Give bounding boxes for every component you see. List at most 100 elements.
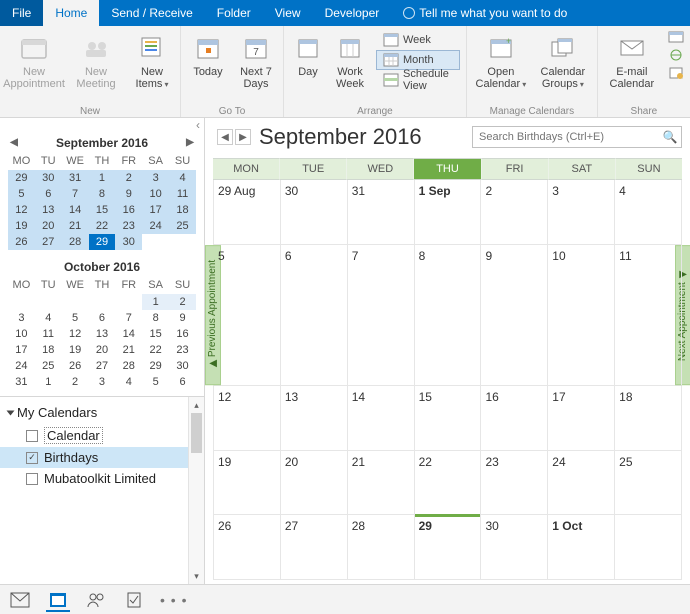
mini-day[interactable]: 9 [115, 186, 142, 202]
mini-day[interactable]: 22 [89, 218, 116, 234]
mini-day[interactable]: 5 [8, 186, 35, 202]
mini-day[interactable]: 14 [62, 202, 89, 218]
tab-home[interactable]: Home [43, 0, 99, 26]
mini-day[interactable]: 17 [142, 202, 169, 218]
open-calendar-button[interactable]: + Open Calendar▾ [473, 30, 529, 93]
mini-day[interactable]: 27 [35, 234, 62, 250]
mini-day[interactable]: 30 [35, 170, 62, 186]
day-cell[interactable]: 23 [481, 451, 548, 515]
day-cell[interactable]: 4 [615, 180, 682, 244]
schedule-view-button[interactable]: Schedule View [376, 70, 460, 90]
day-cell[interactable]: 1 Oct [548, 515, 615, 579]
share-icon[interactable] [668, 30, 684, 44]
nav-people-icon[interactable] [84, 588, 108, 612]
mini-day[interactable]: 6 [35, 186, 62, 202]
mini-day[interactable]: 4 [169, 170, 196, 186]
mini-day[interactable]: 12 [8, 202, 35, 218]
mini-day[interactable]: 8 [142, 310, 169, 326]
mini-day[interactable]: 19 [8, 218, 35, 234]
new-appointment-button[interactable]: New Appointment [6, 30, 62, 92]
checkbox[interactable]: ✓ [26, 452, 38, 464]
mini-prev-month[interactable]: ◀ [8, 134, 20, 152]
mini-day[interactable]: 3 [8, 310, 35, 326]
mini-day[interactable]: 9 [169, 310, 196, 326]
permissions-icon[interactable] [668, 66, 684, 80]
day-cell[interactable]: 18 [615, 386, 682, 450]
work-week-button[interactable]: Work Week [332, 30, 368, 92]
day-cell[interactable]: 19 [214, 451, 281, 515]
mini-day[interactable]: 13 [89, 326, 116, 342]
day-cell[interactable]: 9 [481, 245, 548, 385]
mini-day[interactable]: 2 [169, 294, 196, 310]
checkbox[interactable] [26, 430, 38, 442]
mini-day[interactable]: 28 [62, 234, 89, 250]
scroll-up[interactable]: ▴ [189, 397, 204, 413]
month-button[interactable]: Month [376, 50, 460, 70]
mini-day[interactable]: 6 [89, 310, 116, 326]
mini-day[interactable]: 1 [35, 374, 62, 390]
nav-mail-icon[interactable] [8, 588, 32, 612]
search-box[interactable]: 🔍 [472, 126, 682, 148]
mini-day[interactable]: 7 [62, 186, 89, 202]
mini-day[interactable]: 23 [169, 342, 196, 358]
mini-day[interactable]: 3 [89, 374, 116, 390]
mini-day[interactable]: 20 [89, 342, 116, 358]
day-cell-today[interactable]: 29 [415, 515, 482, 579]
mini-day[interactable]: 22 [142, 342, 169, 358]
mini-day[interactable]: 29 [8, 170, 35, 186]
mini-day[interactable]: 13 [35, 202, 62, 218]
mini-day[interactable]: 5 [62, 310, 89, 326]
day-cell[interactable]: 28 [348, 515, 415, 579]
mini-day[interactable]: 12 [62, 326, 89, 342]
day-cell[interactable]: 30 [281, 180, 348, 244]
mini-day[interactable]: 18 [35, 342, 62, 358]
mini-day[interactable]: 29 [142, 358, 169, 374]
mini-day[interactable]: 25 [35, 358, 62, 374]
mini-day[interactable]: 8 [89, 186, 116, 202]
mini-day[interactable]: 2 [115, 170, 142, 186]
tab-tell-me[interactable]: Tell me what you want to do [391, 0, 579, 26]
day-cell[interactable]: 26 [214, 515, 281, 579]
calendar-item-birthdays[interactable]: ✓ Birthdays [0, 447, 188, 468]
day-cell[interactable]: 5 [214, 245, 281, 385]
day-cell[interactable]: 7 [348, 245, 415, 385]
prev-month-button[interactable]: ◀ [217, 129, 233, 145]
calendar-group-header[interactable]: My Calendars [0, 401, 188, 424]
mini-day[interactable]: 30 [115, 234, 142, 250]
mini-day[interactable]: 16 [169, 326, 196, 342]
collapse-side-icon[interactable]: ‹ [0, 118, 204, 132]
day-cell[interactable]: 29 Aug [214, 180, 281, 244]
mini-day[interactable]: 19 [62, 342, 89, 358]
scroll-down[interactable]: ▾ [189, 568, 204, 584]
calendar-item-mubatoolkit[interactable]: Mubatoolkit Limited [0, 468, 188, 489]
tab-file[interactable]: File [0, 0, 43, 26]
search-input[interactable] [473, 131, 659, 143]
day-cell[interactable]: 8 [415, 245, 482, 385]
day-cell[interactable]: 14 [348, 386, 415, 450]
mini-day[interactable]: 25 [169, 218, 196, 234]
checkbox[interactable] [26, 473, 38, 485]
mini-day[interactable]: 26 [62, 358, 89, 374]
day-cell[interactable]: 25 [615, 451, 682, 515]
mini-day[interactable]: 4 [35, 310, 62, 326]
day-cell[interactable]: 13 [281, 386, 348, 450]
nav-tasks-icon[interactable] [122, 588, 146, 612]
next-month-button[interactable]: ▶ [235, 129, 251, 145]
mini-day[interactable]: 23 [115, 218, 142, 234]
mini-day[interactable]: 21 [115, 342, 142, 358]
day-cell[interactable]: 15 [415, 386, 482, 450]
day-cell[interactable]: 11 [615, 245, 682, 385]
mini-day[interactable]: 20 [35, 218, 62, 234]
mini-day[interactable]: 31 [8, 374, 35, 390]
next7days-button[interactable]: 7 Next 7 Days [235, 30, 277, 92]
day-cell[interactable]: 21 [348, 451, 415, 515]
mini-day[interactable]: 17 [8, 342, 35, 358]
mini-day[interactable]: 24 [8, 358, 35, 374]
week-button[interactable]: Week [376, 30, 460, 50]
mini-day[interactable]: 16 [115, 202, 142, 218]
mini-day[interactable]: 10 [8, 326, 35, 342]
tab-developer[interactable]: Developer [313, 0, 392, 26]
mini-day[interactable]: 28 [115, 358, 142, 374]
day-cell[interactable]: 6 [281, 245, 348, 385]
mini-day[interactable]: 30 [169, 358, 196, 374]
